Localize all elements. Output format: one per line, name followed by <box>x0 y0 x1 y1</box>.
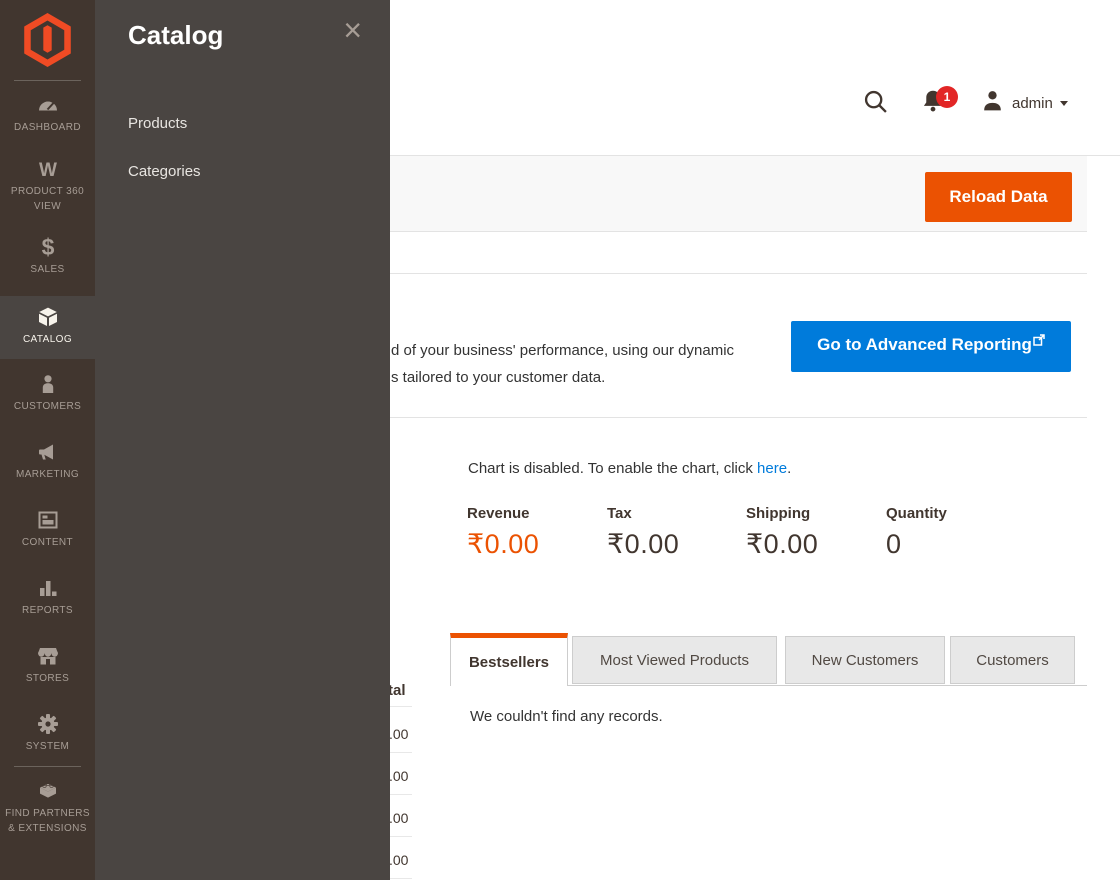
chart-disabled-notice: Chart is disabled. To enable the chart, … <box>468 460 791 477</box>
reload-data-button[interactable]: Reload Data <box>925 172 1072 222</box>
advanced-reporting-button-label: Go to Advanced Reporting <box>817 335 1032 354</box>
svg-text:W: W <box>39 160 57 181</box>
tab-customers[interactable]: Customers <box>950 636 1075 684</box>
magento-logo[interactable] <box>24 13 71 67</box>
tab-bestsellers[interactable]: Bestsellers <box>450 633 568 686</box>
sidebar-item-system[interactable]: SYSTEM <box>0 712 95 755</box>
search-button[interactable] <box>862 88 890 116</box>
sidebar-item-customers[interactable]: CUSTOMERS <box>0 372 95 415</box>
user-avatar-icon <box>980 88 1005 118</box>
flyout-title: Catalog <box>128 20 224 50</box>
shipping-value: ₹0.00 <box>746 529 819 559</box>
row-divider <box>390 794 412 795</box>
occluded-table-cell: .00 <box>389 852 409 868</box>
chevron-down-icon <box>1059 100 1068 106</box>
empty-records-message: We couldn't find any records. <box>470 708 663 725</box>
bar-chart-icon <box>0 576 95 600</box>
quantity-value: 0 <box>886 529 902 559</box>
row-divider <box>390 706 412 707</box>
go-to-advanced-reporting-button[interactable]: Go to Advanced Reporting <box>791 321 1071 372</box>
occluded-table-cell: .00 <box>389 810 409 826</box>
occluded-table-cell: .00 <box>389 768 409 784</box>
row-divider <box>390 878 412 879</box>
sidebar-item-sales[interactable]: $ SALES <box>0 235 95 278</box>
tab-new-customers[interactable]: New Customers <box>785 636 945 684</box>
megaphone-icon <box>0 440 95 464</box>
occluded-table-cell: .00 <box>389 726 409 742</box>
sidebar-divider <box>14 766 81 767</box>
sidebar-item-reports[interactable]: REPORTS <box>0 576 95 619</box>
gear-icon <box>0 712 95 736</box>
sidebar-item-find-partners-extensions[interactable]: FIND PARTNERS & EXTENSIONS <box>0 779 95 836</box>
user-menu[interactable]: admin <box>980 88 1068 118</box>
total-shipping: Shipping ₹0.00 <box>746 505 881 560</box>
notification-badge: 1 <box>936 86 958 108</box>
row-divider <box>390 836 412 837</box>
box-icon <box>0 305 95 329</box>
sidebar-item-marketing[interactable]: MARKETING <box>0 440 95 483</box>
tax-label: Tax <box>607 505 632 522</box>
sidebar-item-content[interactable]: CONTENT <box>0 508 95 551</box>
brick-icon <box>0 779 95 803</box>
search-icon <box>862 90 890 120</box>
chart-notice-period: . <box>787 460 792 477</box>
close-icon[interactable]: × <box>343 14 362 46</box>
sidebar-item-dashboard[interactable]: DASHBOARD <box>0 93 95 136</box>
svg-text:$: $ <box>41 235 54 259</box>
external-link-icon <box>1033 331 1045 351</box>
menu-item-categories[interactable]: Categories <box>128 163 201 180</box>
admin-sidebar: DASHBOARD W PRODUCT 360 VIEW $ SALES CAT… <box>0 0 95 880</box>
sidebar-divider <box>14 80 81 81</box>
chart-notice-text: Chart is disabled. To enable the chart, … <box>468 460 758 477</box>
gauge-icon <box>0 93 95 117</box>
w-mark-icon: W <box>0 157 95 181</box>
tax-value: ₹0.00 <box>607 529 680 559</box>
shipping-label: Shipping <box>746 505 811 522</box>
row-divider <box>390 752 412 753</box>
username-label: admin <box>1012 94 1053 112</box>
menu-item-products[interactable]: Products <box>128 115 187 132</box>
total-tax: Tax ₹0.00 <box>607 505 742 560</box>
occluded-total-column-header: tal <box>388 682 406 699</box>
layout-icon <box>0 508 95 532</box>
tab-most-viewed-products[interactable]: Most Viewed Products <box>572 636 777 684</box>
advanced-reporting-text-line2: s tailored to your customer data. <box>391 369 606 386</box>
quantity-label: Quantity <box>886 505 947 522</box>
notifications-button[interactable]: 1 <box>920 86 962 120</box>
person-icon <box>0 372 95 396</box>
revenue-value: ₹0.00 <box>467 529 540 559</box>
revenue-label: Revenue <box>467 505 530 522</box>
total-quantity: Quantity 0 <box>886 505 1021 560</box>
advanced-reporting-text-line1: d of your business' performance, using o… <box>391 342 735 359</box>
catalog-flyout-menu: Catalog × Products Categories <box>95 0 390 880</box>
sidebar-item-catalog[interactable]: CATALOG <box>0 296 95 359</box>
sidebar-item-stores[interactable]: STORES <box>0 644 95 687</box>
dollar-icon: $ <box>0 235 95 259</box>
total-revenue: Revenue ₹0.00 <box>467 505 602 560</box>
dashboard-tabs: Bestsellers Most Viewed Products New Cus… <box>450 633 1087 686</box>
storefront-icon <box>0 644 95 668</box>
enable-chart-link[interactable]: here <box>757 460 787 477</box>
sidebar-item-product-360-view[interactable]: W PRODUCT 360 VIEW <box>0 157 95 214</box>
